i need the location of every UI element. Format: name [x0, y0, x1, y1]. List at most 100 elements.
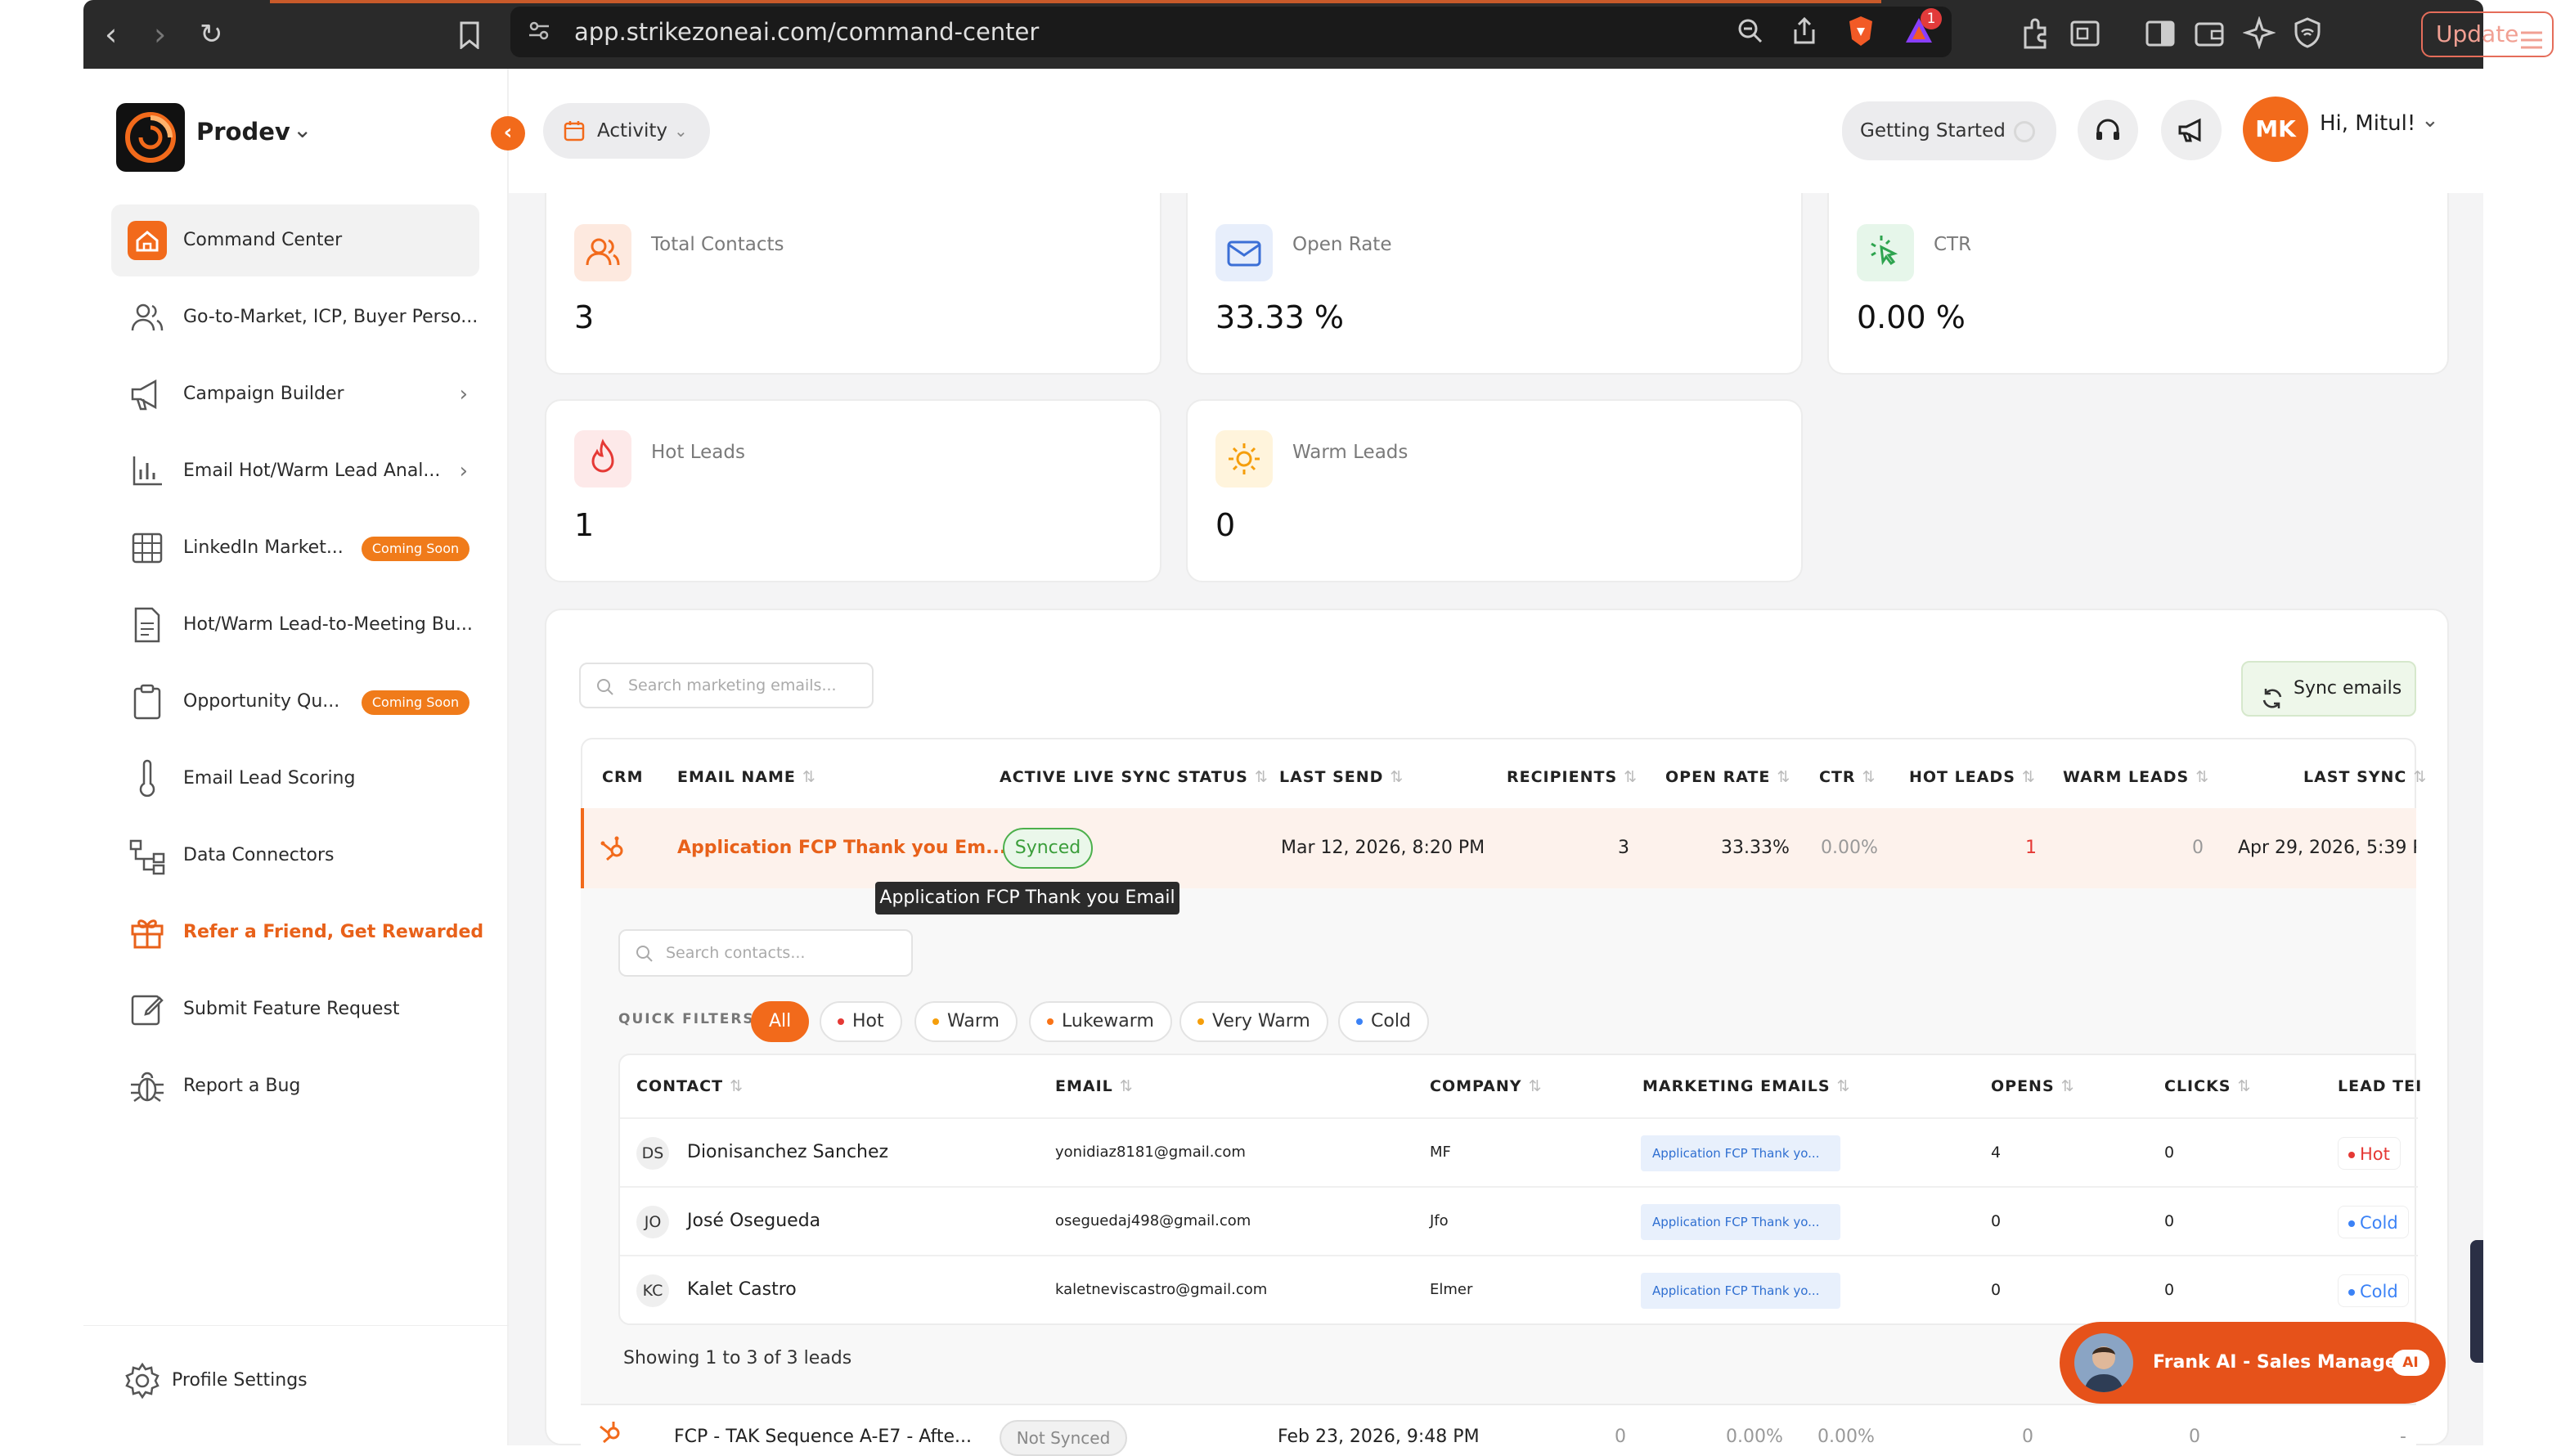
announcements-button[interactable]	[2161, 100, 2222, 160]
email-row[interactable]: Application FCP Thank you Em... Synced M…	[581, 808, 2416, 888]
scrollbar-thumb[interactable]	[2470, 1240, 2483, 1363]
contact-name[interactable]: Kalet Castro	[687, 1256, 797, 1323]
activity-dropdown[interactable]: Activity ⌄	[543, 103, 710, 159]
filter-chip-hot[interactable]: Hot	[820, 1001, 902, 1042]
hot-leads: 1	[2025, 838, 2037, 858]
chevron-right-icon: ›	[459, 382, 468, 407]
sidebar-item-linkedin-marketing[interactable]: LinkedIn Market... Coming Soon	[111, 512, 479, 584]
sidebar-item-email-lead-analytics[interactable]: Email Hot/Warm Lead Anal... ›	[111, 435, 479, 507]
clipboard-icon	[128, 682, 167, 721]
contact-name[interactable]: José Osegueda	[687, 1188, 820, 1255]
column-header[interactable]: LEAD TEI	[2338, 1055, 2422, 1117]
leo-ai-icon[interactable]	[2242, 16, 2276, 52]
url-text[interactable]: app.strikezoneai.com/command-center	[574, 7, 1039, 57]
gift-icon	[128, 913, 167, 952]
sync-emails-button[interactable]: Sync emails	[2241, 661, 2416, 717]
sidebar-item-opportunity[interactable]: Opportunity Qu... Coming Soon	[111, 666, 479, 738]
address-bar[interactable]: app.strikezoneai.com/command-center 1	[510, 7, 1952, 57]
filter-label: Hot	[852, 1011, 884, 1031]
contact-company: Jfo	[1430, 1212, 1449, 1229]
very-warm-dot-icon	[1197, 1018, 1204, 1025]
user-menu-chevron-down-icon[interactable]: ⌄	[2421, 108, 2439, 133]
table-row[interactable]: JO José Osegueda oseguedaj498@gmail.com …	[620, 1186, 2418, 1255]
column-header[interactable]: OPEN RATE ⇅	[1665, 739, 1790, 815]
column-header[interactable]: WARM LEADS ⇅	[2063, 739, 2209, 815]
filter-chip-very-warm[interactable]: Very Warm	[1179, 1001, 1328, 1042]
workspace-name[interactable]: Prodev	[196, 118, 290, 146]
search-contacts-input[interactable]: Search contacts...	[618, 929, 913, 977]
sidebar-item-refer-a-friend[interactable]: Refer a Friend, Get Rewarded	[111, 897, 483, 968]
marketing-email-tag[interactable]: Application FCP Thank yo...	[1641, 1135, 1840, 1171]
column-header[interactable]: CLICKS ⇅	[2164, 1055, 2251, 1117]
email-name-link[interactable]: FCP - TAK Sequence A-E7 - Afte...	[674, 1427, 972, 1447]
zoom-icon[interactable]	[1736, 16, 1765, 49]
sidebar-divider	[83, 1325, 509, 1326]
column-header[interactable]: CONTACT ⇅	[636, 1055, 744, 1117]
back-icon[interactable]: ‹	[105, 0, 117, 69]
update-button[interactable]: Update	[2421, 11, 2554, 57]
search-marketing-emails-input[interactable]: Search marketing emails...	[579, 663, 874, 708]
filter-chip-warm[interactable]: Warm	[914, 1001, 1018, 1042]
megaphone-icon	[2178, 118, 2201, 142]
mail-icon	[1215, 224, 1273, 281]
sort-icon: ⇅	[2060, 1077, 2075, 1095]
column-header[interactable]: LAST SYNC ⇅	[2303, 739, 2427, 815]
wallet-icon[interactable]	[2194, 18, 2225, 52]
extensions-icon[interactable]	[2020, 18, 2051, 52]
email-row[interactable]: FCP - TAK Sequence A-E7 - Afte... Not Sy…	[581, 1404, 2416, 1456]
sidebar-item-go-to-market[interactable]: Go-to-Market, ICP, Buyer Perso...	[111, 281, 479, 353]
profile-settings-button[interactable]: Profile Settings	[116, 1345, 484, 1417]
column-header[interactable]: EMAIL ⇅	[1055, 1055, 1134, 1117]
sidebar-item-lead-to-meeting[interactable]: Hot/Warm Lead-to-Meeting Bu...	[111, 589, 479, 661]
sidebar-item-submit-feature[interactable]: Submit Feature Request	[111, 973, 479, 1045]
forward-icon[interactable]: ›	[154, 0, 166, 69]
bookmark-icon[interactable]	[458, 0, 481, 69]
marketing-email-tag[interactable]: Application FCP Thank yo...	[1641, 1273, 1840, 1309]
email-name-link[interactable]: Application FCP Thank you Em...	[677, 808, 1006, 888]
stat-label: Open Rate	[1292, 234, 1392, 255]
support-headset-button[interactable]	[2078, 100, 2138, 160]
sidebar-item-data-connectors[interactable]: Data Connectors	[111, 820, 479, 892]
column-header[interactable]: EMAIL NAME ⇅	[677, 739, 816, 815]
filter-chip-all[interactable]: All	[751, 1001, 810, 1042]
column-header[interactable]: RECIPIENTS ⇅	[1507, 739, 1638, 815]
sidebar-item-email-lead-scoring[interactable]: Email Lead Scoring	[111, 743, 479, 815]
frank-ai-assistant-button[interactable]: Frank AI - Sales Manager AI	[2060, 1322, 2446, 1404]
column-header[interactable]: MARKETING EMAILS ⇅	[1642, 1055, 1850, 1117]
column-header[interactable]: ACTIVE LIVE SYNC STATUS ⇅	[1000, 739, 1269, 815]
sync-status-badge: Synced	[1003, 828, 1093, 869]
stat-label: Warm Leads	[1292, 442, 1409, 463]
sidebar-item-campaign-builder[interactable]: Campaign Builder ›	[111, 358, 479, 430]
sidebar-item-label: Campaign Builder	[183, 384, 344, 404]
table-row[interactable]: KC Kalet Castro kaletneviscastro@gmail.c…	[620, 1255, 2418, 1323]
search-icon	[595, 677, 615, 701]
filter-chip-cold[interactable]: Cold	[1338, 1001, 1429, 1042]
column-header[interactable]: HOT LEADS ⇅	[1909, 739, 2036, 815]
contact-name[interactable]: Dionisanchez Sanchez	[687, 1119, 888, 1186]
sidebar-item-report-bug[interactable]: Report a Bug	[111, 1050, 479, 1122]
getting-started-button[interactable]: Getting Started	[1842, 101, 2056, 160]
collapse-sidebar-button[interactable]: ‹	[491, 116, 525, 151]
marketing-email-tag[interactable]: Application FCP Thank yo...	[1641, 1204, 1840, 1240]
filter-chip-lukewarm[interactable]: Lukewarm	[1029, 1001, 1172, 1042]
sidebar-toggle-icon[interactable]	[2145, 18, 2176, 52]
column-header[interactable]: OPENS ⇅	[1991, 1055, 2075, 1117]
site-settings-icon[interactable]	[527, 18, 551, 46]
table-row[interactable]: DS Dionisanchez Sanchez yonidiaz8181@gma…	[620, 1117, 2418, 1186]
sidebar-item-command-center[interactable]: Command Center	[111, 204, 479, 276]
share-icon[interactable]	[1791, 16, 1817, 49]
reader-icon[interactable]	[2069, 18, 2100, 52]
user-avatar[interactable]: MK	[2243, 97, 2308, 162]
column-header[interactable]: CTR ⇅	[1819, 739, 1876, 815]
vpn-icon[interactable]	[2292, 16, 2323, 52]
user-greeting[interactable]: Hi, Mitul!	[2320, 111, 2415, 136]
contact-company: MF	[1430, 1144, 1451, 1161]
reload-icon[interactable]: ↻	[200, 0, 223, 69]
column-header[interactable]: COMPANY ⇅	[1430, 1055, 1542, 1117]
workspace-chevron-down-icon[interactable]: ⌄	[293, 116, 312, 143]
stat-value: 3	[574, 299, 595, 335]
brave-shield-icon[interactable]	[1847, 15, 1875, 51]
workspace-logo[interactable]	[116, 103, 185, 172]
sort-icon: ⇅	[1119, 1077, 1134, 1095]
column-header[interactable]: LAST SEND ⇅	[1279, 739, 1404, 815]
